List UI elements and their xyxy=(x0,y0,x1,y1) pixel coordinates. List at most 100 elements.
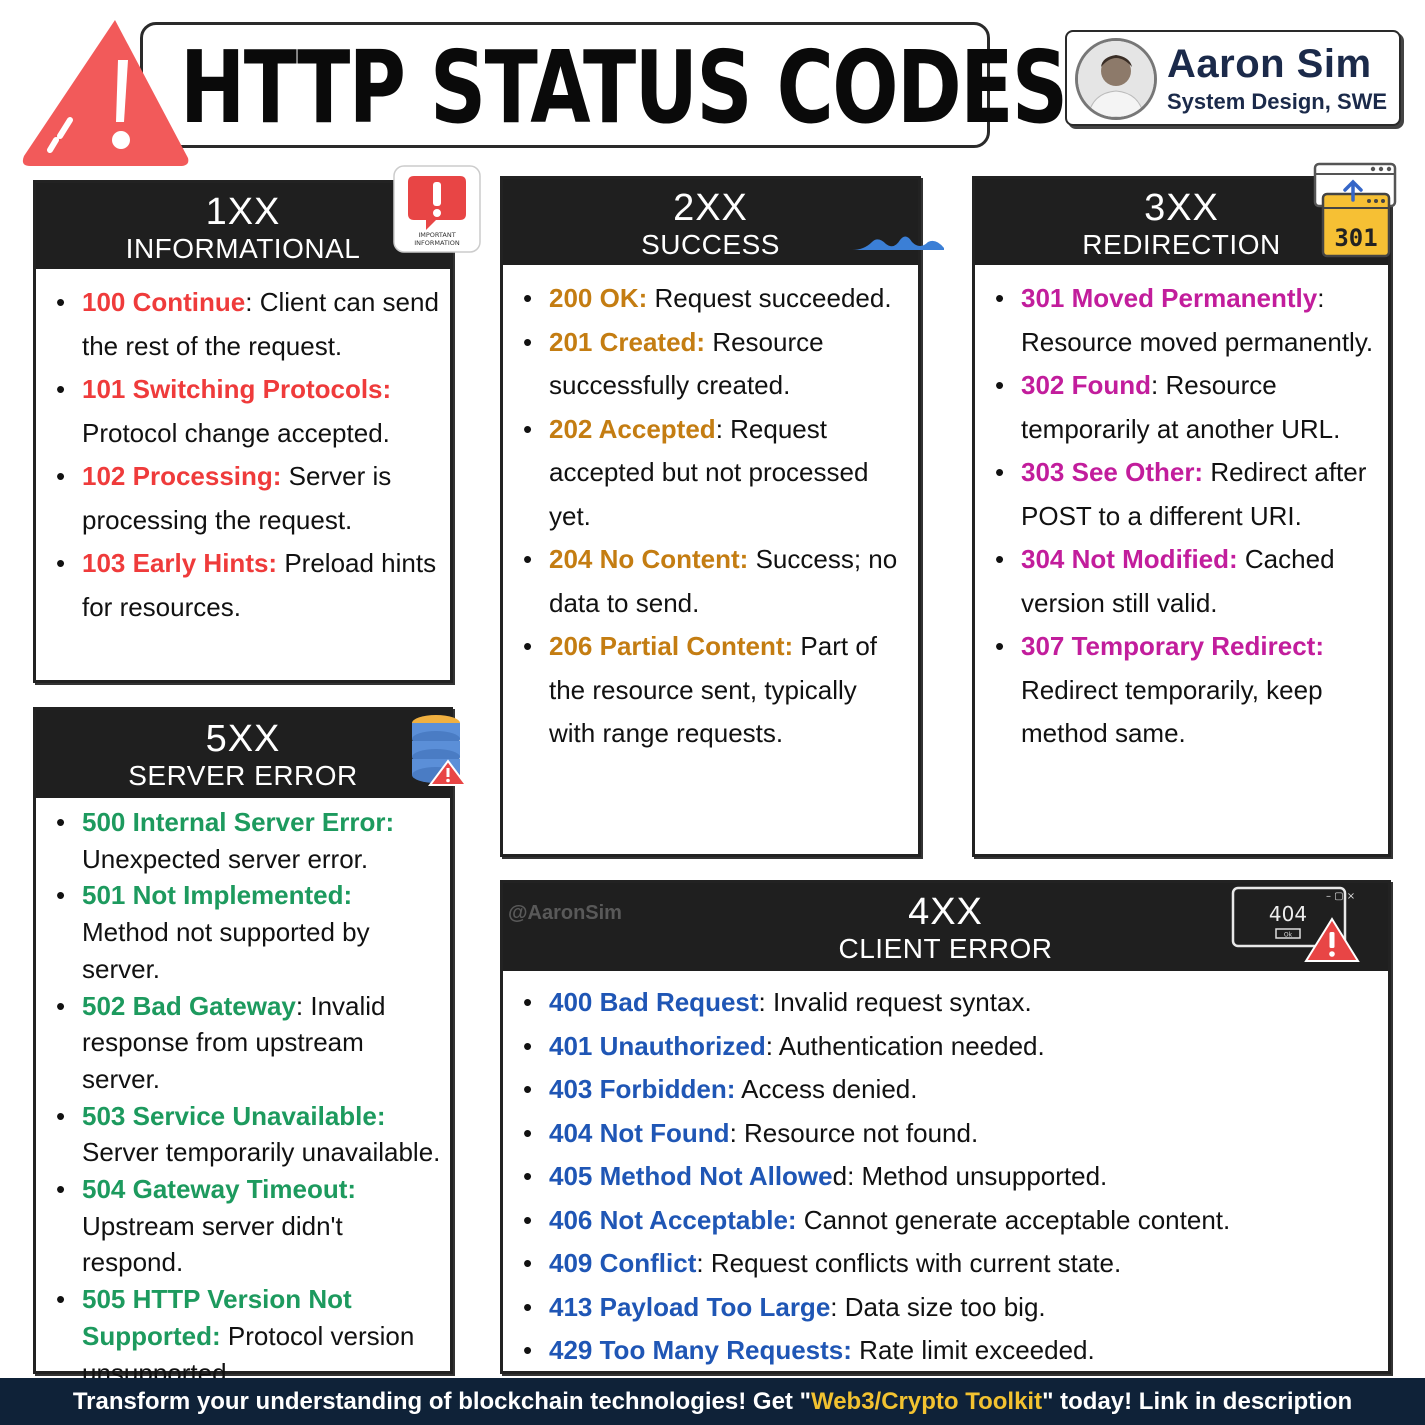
status-description: Protocol change accepted. xyxy=(82,417,390,448)
card-header: 1XX INFORMATIONAL xyxy=(36,183,450,269)
status-item: 504 Gateway Timeout: Upstream server did… xyxy=(36,1171,446,1281)
status-code: 100 Continue xyxy=(82,287,246,317)
status-code: 206 Partial Content: xyxy=(549,631,794,661)
status-list: 301 Moved Permanently: Resource moved pe… xyxy=(975,265,1388,756)
status-item: 502 Bad Gateway: Invalid response from u… xyxy=(36,988,446,1098)
card-informational: 1XX INFORMATIONAL 100 Continue: Client c… xyxy=(33,180,453,683)
author-badge: Aaron Sim System Design, SWE xyxy=(1065,30,1401,126)
card-code: 5XX xyxy=(205,718,281,760)
status-description: Rate limit exceeded. xyxy=(859,1335,1095,1365)
status-item: 503 Service Unavailable: Server temporar… xyxy=(36,1098,446,1171)
status-description: Authentication needed. xyxy=(778,1030,1045,1061)
avatar xyxy=(1075,38,1157,120)
status-item: 103 Early Hints: Preload hints for resou… xyxy=(36,542,442,629)
status-separator: : xyxy=(1151,370,1166,400)
status-code: 413 Payload Too Large xyxy=(549,1291,831,1322)
status-code: 502 Bad Gateway xyxy=(82,990,296,1021)
status-code: 301 Moved Permanently xyxy=(1021,283,1318,313)
status-list: 100 Continue: Client can send the rest o… xyxy=(36,269,450,629)
status-separator xyxy=(1238,544,1245,574)
card-redirection: 3XX REDIRECTION 301 Moved Permanently: R… xyxy=(972,176,1391,857)
status-code: 500 Internal Server Error: xyxy=(82,807,395,837)
status-description: Method unsupported. xyxy=(861,1161,1108,1191)
status-description: Cannot generate acceptable content. xyxy=(803,1204,1231,1235)
page-title: HTTP STATUS CODES xyxy=(180,29,1068,146)
error-404-window-icon: – ▢ × 404 Ok xyxy=(1231,886,1360,962)
status-separator: : xyxy=(758,987,773,1017)
status-code: 302 Found xyxy=(1021,370,1152,400)
status-code: 504 Gateway Timeout: xyxy=(82,1174,357,1205)
status-separator xyxy=(281,461,288,491)
status-code: 304 Not Modified: xyxy=(1021,544,1238,574)
status-code: 404 Not Found xyxy=(549,1117,730,1148)
status-code: 303 See Other: xyxy=(1021,457,1204,487)
status-list: 400 Bad Request: Invalid request syntax.… xyxy=(503,971,1388,1373)
status-separator: : xyxy=(245,287,260,317)
status-code: 101 Switching Protocols: xyxy=(82,374,392,404)
status-separator: : xyxy=(729,1117,745,1148)
status-code: 204 No Content: xyxy=(549,544,749,574)
status-separator: : xyxy=(1317,283,1325,313)
status-code: 307 Temporary Redirect: xyxy=(1021,631,1324,661)
status-item: 302 Found: Resource temporarily at anoth… xyxy=(975,364,1380,451)
status-separator xyxy=(748,544,755,574)
status-item: 200 OK: Request succeeded. xyxy=(503,277,910,321)
wave-splash-icon xyxy=(852,236,944,250)
status-code: 409 Conflict xyxy=(549,1248,697,1278)
status-item: 102 Processing: Server is processing the… xyxy=(36,455,442,542)
status-item: 202 Accepted: Request accepted but not p… xyxy=(503,408,910,539)
status-item: 413 Payload Too Large: Data size too big… xyxy=(503,1286,1380,1330)
status-separator: : xyxy=(765,1030,779,1061)
status-code: 103 Early Hints: xyxy=(82,548,278,578)
author-role: System Design, SWE xyxy=(1167,89,1388,114)
card-code: 1XX xyxy=(205,191,281,233)
watermark: @AaronSim xyxy=(508,902,622,924)
promo-footer: Transform your understanding of blockcha… xyxy=(0,1378,1425,1425)
status-description: Request succeeded. xyxy=(654,283,892,313)
status-item: 505 HTTP Version Not Supported: Protocol… xyxy=(36,1281,446,1391)
status-separator: d: xyxy=(832,1161,862,1191)
status-item: 204 No Content: Success; no data to send… xyxy=(503,538,910,625)
status-description: Unexpected server error. xyxy=(82,843,369,874)
status-code: 200 OK: xyxy=(549,283,648,313)
status-item: 405 Method Not Allowed: Method unsupport… xyxy=(503,1155,1380,1199)
status-description: Request conflicts with current state. xyxy=(710,1248,1122,1278)
status-separator: : xyxy=(696,1248,711,1278)
status-code: 503 Service Unavailable: xyxy=(82,1100,386,1131)
status-item: 501 Not Implemented: Method not supporte… xyxy=(36,877,446,987)
svg-text:IMPORTANT: IMPORTANT xyxy=(418,231,455,239)
footer-highlight: Web3/Crypto Toolkit xyxy=(810,1388,1043,1415)
status-item: 500 Internal Server Error: Unexpected se… xyxy=(36,804,446,877)
status-separator: : xyxy=(830,1291,845,1322)
status-item: 101 Switching Protocols: Protocol change… xyxy=(36,368,442,455)
status-code: 403 Forbidden: xyxy=(549,1074,736,1104)
status-description: Resource moved permanently. xyxy=(1021,326,1374,357)
status-item: 404 Not Found: Resource not found. xyxy=(503,1112,1380,1156)
status-separator: : xyxy=(715,413,731,444)
status-separator xyxy=(647,283,654,313)
status-item: 409 Conflict: Request conflicts with cur… xyxy=(503,1242,1380,1286)
warning-triangle-icon xyxy=(22,20,189,166)
card-header: 2XX SUCCESS xyxy=(503,179,918,265)
status-code: 201 Created: xyxy=(549,326,706,357)
card-server-error: 5XX SERVER ERROR 500 Internal Server Err… xyxy=(33,707,453,1388)
svg-text:301: 301 xyxy=(1334,224,1377,252)
footer-text-after: " today! Link in description xyxy=(1042,1388,1353,1415)
status-description: Access denied. xyxy=(741,1074,918,1104)
status-description: Invalid request syntax. xyxy=(772,987,1032,1017)
status-code: 102 Processing: xyxy=(82,461,282,491)
card-code: 2XX xyxy=(673,187,748,229)
status-item: 100 Continue: Client can send the rest o… xyxy=(36,281,442,368)
status-description: Resource not found. xyxy=(744,1117,979,1148)
svg-text:INFORMATION: INFORMATION xyxy=(414,239,460,247)
status-code: 400 Bad Request xyxy=(549,987,759,1017)
status-item: 403 Forbidden: Access denied. xyxy=(503,1068,1380,1112)
status-item: 401 Unauthorized: Authentication needed. xyxy=(503,1025,1380,1069)
svg-text:Ok: Ok xyxy=(1284,932,1293,939)
status-description: Upstream server didn't respond. xyxy=(82,1210,343,1278)
svg-text:404: 404 xyxy=(1269,902,1307,926)
status-separator xyxy=(221,1321,228,1351)
status-description: Data size too big. xyxy=(844,1291,1046,1322)
author-name: Aaron Sim xyxy=(1167,42,1372,86)
card-label: INFORMATIONAL xyxy=(125,233,361,264)
